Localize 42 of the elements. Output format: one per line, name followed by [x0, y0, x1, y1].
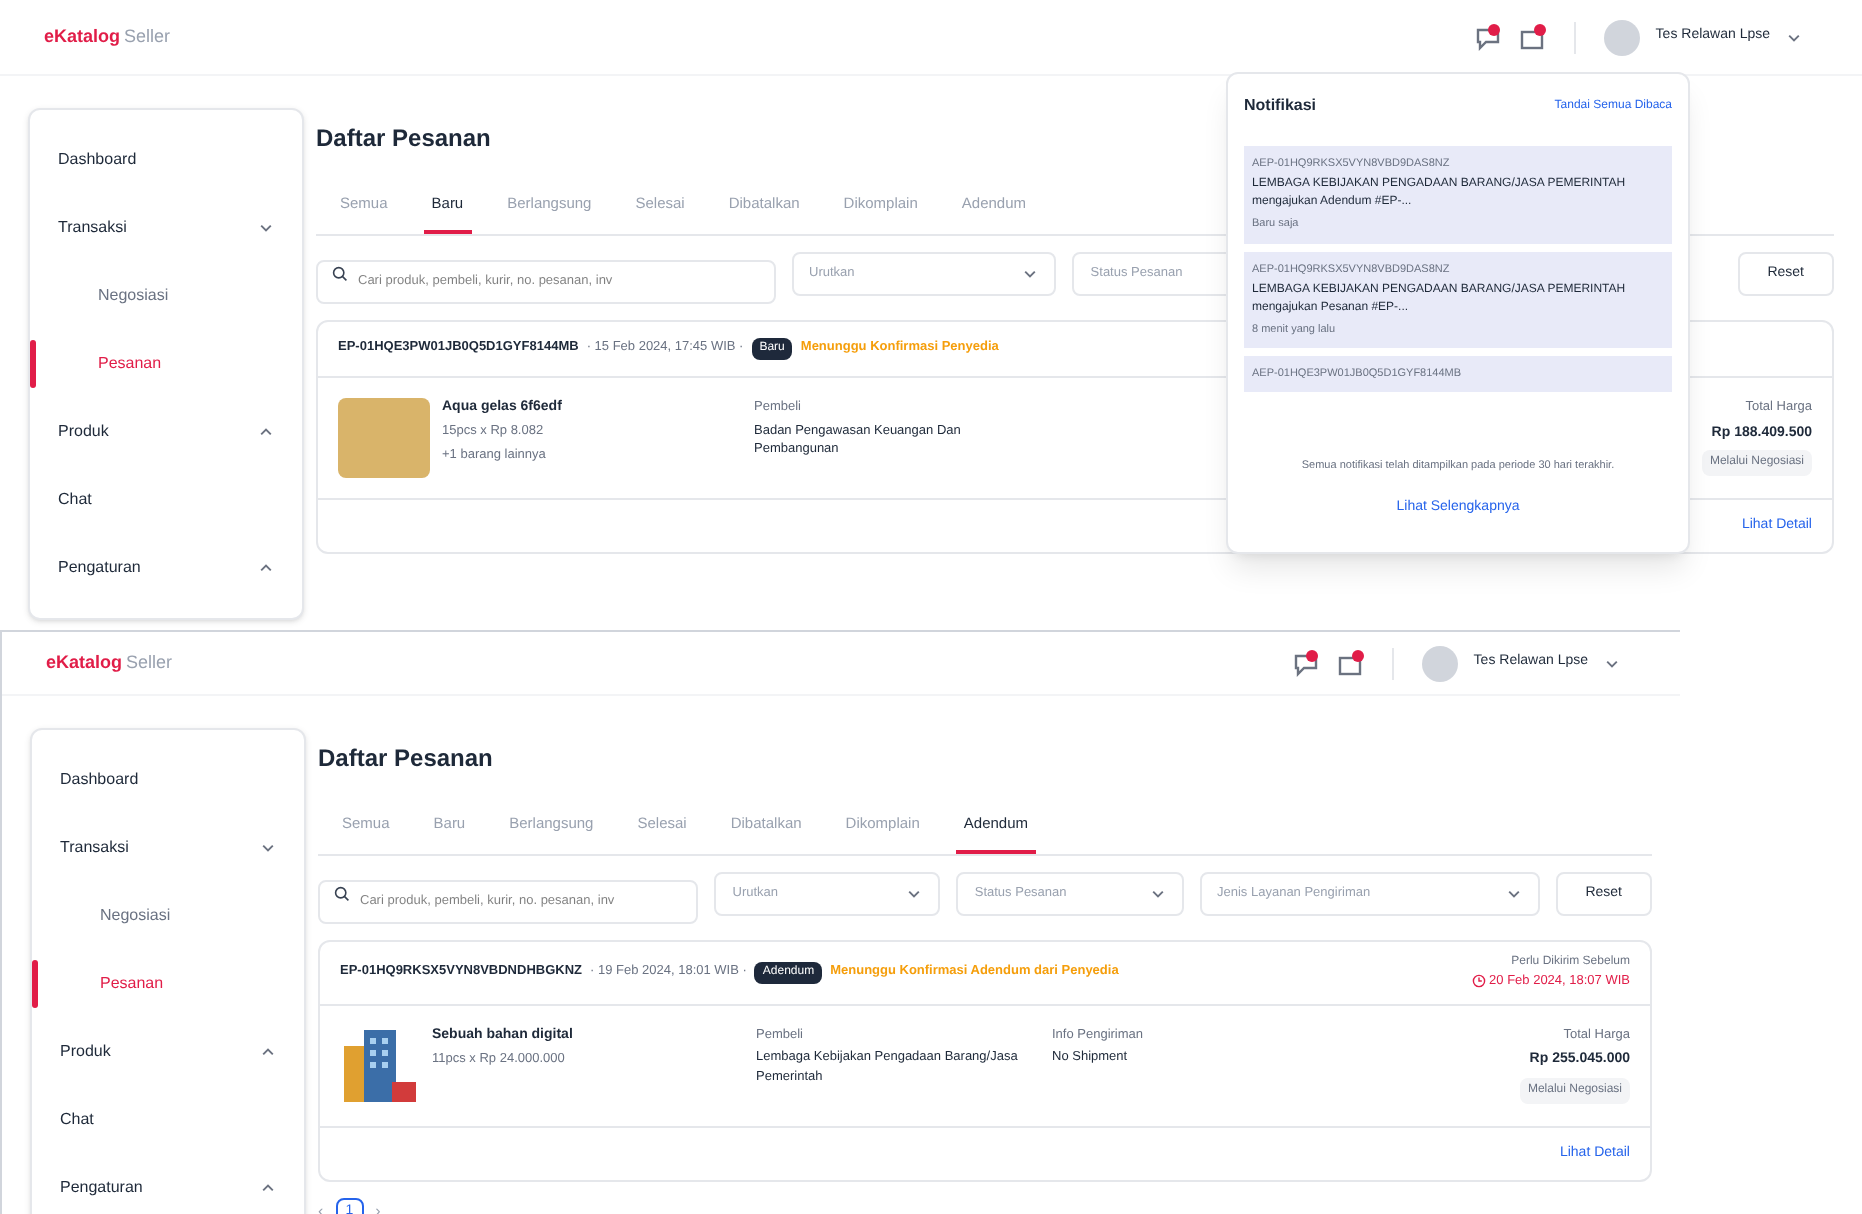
- sidebar-item[interactable]: Chat: [60, 1108, 94, 1132]
- sidebar-item[interactable]: Pesanan: [58, 352, 162, 376]
- sidebar-item[interactable]: Transaksi: [58, 216, 127, 240]
- sidebar-item[interactable]: Pengaturan: [58, 556, 141, 580]
- chevron-up-icon: [260, 1180, 276, 1196]
- caret-icon: [906, 886, 923, 903]
- active-indicator: [30, 340, 36, 388]
- sidebar-item[interactable]: Transaksi: [60, 836, 129, 860]
- clock-icon: [1471, 974, 1486, 989]
- notification-title: Notifikasi: [1244, 94, 1317, 118]
- chevron-up-icon: [258, 424, 274, 440]
- chevron-up-icon: [260, 1044, 276, 1060]
- sidebar-item[interactable]: Produk: [58, 420, 109, 444]
- chevron-up-icon: [258, 560, 274, 576]
- caret-icon: [1505, 886, 1522, 903]
- sidebar-item[interactable]: Dashboard: [60, 768, 139, 792]
- caret-icon: [1149, 886, 1165, 903]
- chat-icon[interactable]: [1291, 649, 1320, 677]
- active-indicator: [32, 960, 38, 1008]
- building-drawing: [340, 1025, 420, 1105]
- caret-icon: [1022, 266, 1039, 283]
- chevron-down-icon: [258, 220, 274, 236]
- page-title: Daftar Pesanan: [316, 122, 493, 156]
- sidebar-item[interactable]: Negosiasi: [58, 284, 169, 308]
- sidebar-item[interactable]: Pesanan: [60, 972, 164, 996]
- app-logo: eKatalog Seller: [44, 23, 171, 50]
- sidebar-item[interactable]: Negosiasi: [60, 904, 171, 928]
- page-title: Daftar Pesanan: [318, 742, 495, 776]
- caret-icon: [1604, 655, 1620, 671]
- app-logo: eKatalog Seller: [46, 649, 173, 676]
- chevron-down-icon: [260, 840, 276, 856]
- search-icon: [332, 266, 348, 283]
- sidebar-item[interactable]: Dashboard: [58, 148, 137, 172]
- search-icon: [334, 886, 350, 903]
- inbox-icon[interactable]: [1335, 649, 1364, 677]
- caret-icon: [1786, 29, 1802, 45]
- sidebar-item[interactable]: Pengaturan: [60, 1176, 143, 1200]
- photo-placeholder: [338, 397, 430, 478]
- chat-icon[interactable]: [1473, 23, 1502, 51]
- sidebar-item[interactable]: Produk: [60, 1040, 111, 1064]
- sidebar-item[interactable]: Chat: [58, 488, 92, 512]
- inbox-icon[interactable]: [1517, 23, 1546, 51]
